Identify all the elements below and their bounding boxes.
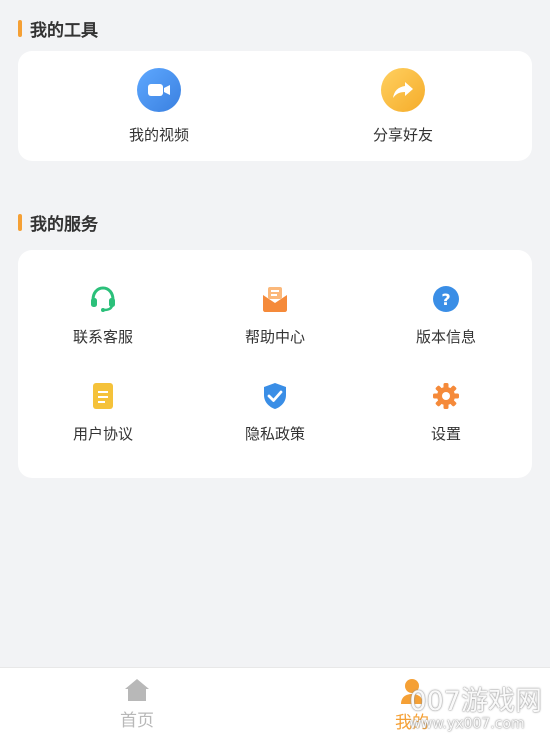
service-label: 用户协议	[72, 425, 133, 443]
service-label: 设置	[430, 425, 461, 443]
tools-section-header: 我的工具	[18, 16, 98, 41]
service-label: 版本信息	[415, 328, 476, 346]
tools-card: 我的视频 分享好友	[18, 51, 532, 161]
section-accent-bar	[18, 214, 22, 231]
tab-label: 首页	[120, 711, 154, 731]
headset-icon	[88, 284, 118, 314]
document-icon	[88, 381, 118, 411]
service-user-agreement[interactable]: 用户协议	[53, 381, 153, 444]
service-privacy-policy[interactable]: 隐私政策	[225, 381, 325, 444]
tool-share-friends[interactable]: 分享好友	[348, 68, 458, 145]
service-help-center[interactable]: 帮助中心	[225, 284, 325, 347]
gear-icon	[431, 381, 461, 411]
services-section-header: 我的服务	[18, 210, 98, 235]
tool-label: 分享好友	[372, 126, 433, 144]
service-version-info[interactable]: ? 版本信息	[396, 284, 496, 347]
service-label: 帮助中心	[244, 328, 305, 346]
tools-section-title: 我的工具	[30, 21, 98, 41]
section-accent-bar	[18, 20, 22, 37]
svg-text:?: ?	[441, 290, 450, 309]
tool-label: 我的视频	[128, 126, 189, 144]
services-section-title: 我的服务	[30, 215, 98, 235]
watermark-url: www.yx007.com	[409, 716, 525, 732]
home-icon	[125, 679, 149, 701]
tab-home[interactable]: 首页	[112, 678, 162, 731]
service-label: 隐私政策	[244, 425, 305, 443]
tool-my-videos[interactable]: 我的视频	[104, 68, 214, 145]
question-circle-icon: ?	[431, 284, 461, 314]
service-settings[interactable]: 设置	[396, 381, 496, 444]
services-card: 联系客服 帮助中心 ? 版本信息 用户协议 隐私政策 设置	[18, 250, 532, 478]
shield-check-icon	[260, 381, 290, 411]
watermark-brand: 007游戏网	[409, 686, 542, 717]
video-camera-icon	[137, 68, 181, 112]
service-contact-support[interactable]: 联系客服	[53, 284, 153, 347]
share-arrow-icon	[381, 68, 425, 112]
mail-help-icon	[260, 284, 290, 314]
watermark: 007游戏网 www.yx007.com	[409, 686, 542, 733]
service-label: 联系客服	[72, 328, 133, 346]
